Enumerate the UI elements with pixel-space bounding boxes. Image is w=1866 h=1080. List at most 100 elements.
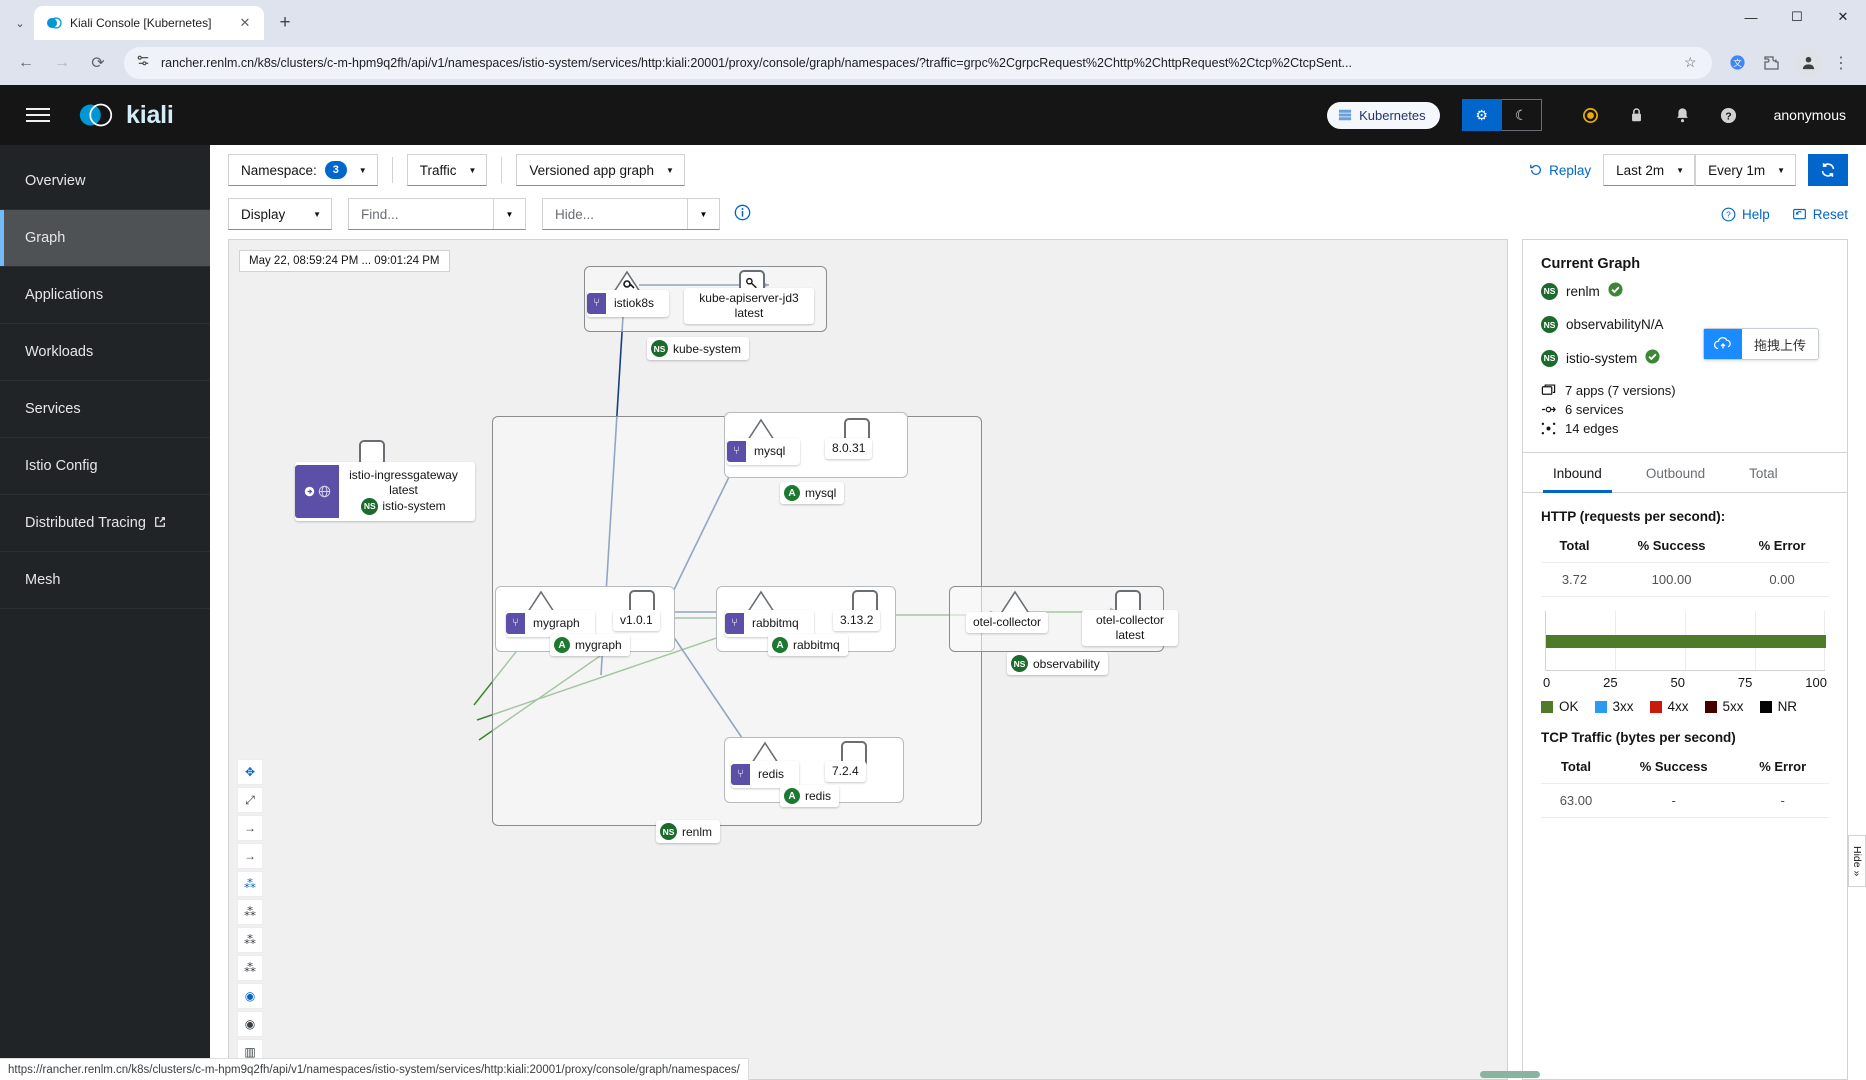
tab-total[interactable]: Total [1727, 453, 1800, 492]
app-label-mygraph[interactable]: A mygraph [550, 634, 630, 656]
node-label-mygraph[interactable]: ⑂ mygraph [506, 610, 595, 637]
record-icon[interactable] [1568, 95, 1614, 135]
kiali-logo[interactable]: kiali [76, 99, 174, 131]
sidebar-item-services[interactable]: Services [0, 381, 210, 438]
profile-avatar[interactable] [1794, 48, 1822, 77]
back-button[interactable]: ← [10, 47, 42, 79]
layout-dagre-icon[interactable]: ⁂ [237, 871, 263, 897]
tab-inbound[interactable]: Inbound [1531, 453, 1624, 493]
help-icon[interactable]: ? [1706, 95, 1752, 135]
sidebar-item-distributed-tracing[interactable]: Distributed Tracing [0, 495, 210, 552]
namespace-selector[interactable]: Namespace: 3 ▼ [228, 154, 378, 186]
graph-type-selector[interactable]: Versioned app graph ▼ [516, 154, 685, 186]
node-label-mygraph-version[interactable]: v1.0.1 [613, 610, 660, 631]
node-label-rabbitmq[interactable]: ⑂ rabbitmq [725, 610, 814, 637]
horizontal-scrollbar[interactable] [1480, 1071, 1540, 1078]
tab-outbound[interactable]: Outbound [1624, 453, 1727, 492]
reset-button[interactable]: Reset [1792, 207, 1848, 222]
nav-toggle-icon[interactable] [18, 95, 58, 135]
layout-grid-icon[interactable]: ⁂ [237, 899, 263, 925]
node-label-ingressgateway[interactable]: istio-ingressgateway latest NS istio-sys… [295, 462, 475, 521]
browser-menu-icon[interactable]: ⋮ [1826, 48, 1856, 78]
table-row: 63.00 - - [1541, 783, 1829, 818]
user-menu[interactable]: anonymous [1774, 107, 1846, 123]
site-settings-icon[interactable] [136, 53, 152, 73]
tab-list-dropdown-icon[interactable]: ⌄ [6, 6, 34, 40]
node-label-otel-version[interactable]: otel-collector latest [1082, 610, 1178, 646]
workload-badge-icon: ⑂ [727, 441, 746, 462]
close-window-button[interactable]: ✕ [1820, 0, 1866, 34]
panel-namespace-renlm[interactable]: NS renlm [1541, 282, 1829, 300]
refresh-button[interactable] [1808, 154, 1848, 186]
sidebar-item-istio-config[interactable]: Istio Config [0, 438, 210, 495]
minimize-button[interactable]: — [1728, 0, 1774, 34]
legend-item-4xx[interactable]: 4xx [1649, 699, 1689, 714]
sidebar-item-overview[interactable]: Overview [0, 153, 210, 210]
refresh-interval-selector[interactable]: Every 1m ▼ [1695, 154, 1796, 186]
node-label-redis-version[interactable]: 7.2.4 [825, 761, 866, 782]
sidebar-item-graph[interactable]: Graph [0, 210, 210, 267]
cluster-selector[interactable]: Kubernetes [1327, 101, 1440, 129]
replay-button[interactable]: Replay [1517, 154, 1603, 186]
legend-item-5xx[interactable]: 5xx [1704, 699, 1744, 714]
namespace-label-kube-system[interactable]: NS kube-system [647, 337, 750, 360]
namespace-box-alt-icon[interactable]: ◉ [237, 1011, 263, 1037]
info-icon[interactable] [734, 204, 751, 225]
find-dropdown-icon[interactable]: ▼ [493, 199, 525, 229]
app-label-mysql[interactable]: A mysql [780, 482, 845, 504]
namespace-label-renlm[interactable]: NS renlm [656, 820, 721, 843]
find-input[interactable]: Find... ▼ [348, 198, 526, 230]
node-label-rabbitmq-version[interactable]: 3.13.2 [833, 610, 881, 631]
maximize-button[interactable]: ☐ [1774, 0, 1820, 34]
hide-input[interactable]: Hide... ▼ [542, 198, 720, 230]
legend-item-ok[interactable]: OK [1541, 699, 1579, 714]
app-label-rabbitmq[interactable]: A rabbitmq [768, 634, 848, 656]
browser-tab[interactable]: Kiali Console [Kubernetes] ✕ [34, 6, 264, 40]
drag-pan-icon[interactable]: ✥ [237, 759, 263, 785]
sidebar-item-workloads[interactable]: Workloads [0, 324, 210, 381]
sidebar-item-applications[interactable]: Applications [0, 267, 210, 324]
find-placeholder: Find... [361, 206, 399, 222]
fit-screen-icon[interactable]: ⤢ [237, 787, 263, 813]
new-tab-button[interactable]: + [270, 8, 300, 38]
namespace-box-icon[interactable]: ◉ [237, 983, 263, 1009]
bookmark-star-icon[interactable]: ☆ [1684, 54, 1700, 71]
graph-canvas[interactable]: May 22, 08:59:24 PM ... 09:01:24 PM ⑂ is… [228, 239, 1508, 1080]
node-label-kube-apiserver[interactable]: kube-apiserver-jd3 latest [684, 288, 814, 324]
duration-selector[interactable]: Last 2m ▼ [1603, 154, 1696, 186]
bell-icon[interactable] [1660, 95, 1706, 135]
layout-concentric-icon[interactable]: ⁂ [237, 955, 263, 981]
node-label-redis[interactable]: ⑂ redis [731, 761, 800, 788]
node-version: latest [734, 306, 764, 320]
light-theme-button[interactable]: ⚙ [1461, 99, 1502, 131]
dark-theme-button[interactable]: ☾ [1501, 99, 1542, 131]
address-bar[interactable]: rancher.renlm.cn/k8s/clusters/c-m-hpm9q2… [124, 46, 1712, 79]
hide-dropdown-icon[interactable]: ▼ [687, 199, 719, 229]
translate-icon[interactable]: 文 [1722, 48, 1752, 78]
display-menu-button[interactable]: Display ▼ [228, 198, 332, 230]
legend-item-3xx[interactable]: 3xx [1594, 699, 1634, 714]
sidebar-item-label: Graph [25, 230, 66, 246]
arrow-right-alt-icon[interactable]: → [237, 843, 263, 869]
app-label-redis[interactable]: A redis [780, 785, 840, 807]
chevron-down-icon: ▼ [1676, 165, 1685, 175]
arrow-right-icon[interactable]: → [237, 815, 263, 841]
close-tab-icon[interactable]: ✕ [236, 14, 254, 32]
node-label-istiok8s[interactable]: ⑂ istiok8s [587, 290, 670, 317]
sidebar-item-mesh[interactable]: Mesh [0, 552, 210, 609]
table-header-row: Total % Success % Error [1541, 534, 1829, 563]
extensions-icon[interactable] [1756, 48, 1786, 78]
traffic-selector[interactable]: Traffic ▼ [406, 154, 488, 186]
legend-item-nr[interactable]: NR [1759, 699, 1797, 714]
namespace-label-observability[interactable]: NS observability [1007, 652, 1108, 675]
reload-button[interactable]: ⟳ [82, 47, 114, 79]
node-label-otel-collector[interactable]: otel-collector [966, 612, 1049, 633]
layout-cola-icon[interactable]: ⁂ [237, 927, 263, 953]
help-button[interactable]: ? Help [1721, 207, 1770, 222]
forward-button[interactable]: → [46, 47, 78, 79]
upload-widget[interactable]: 拖拽上传 [1702, 328, 1819, 360]
lock-icon[interactable] [1614, 95, 1660, 135]
node-label-mysql[interactable]: ⑂ mysql [727, 438, 801, 465]
node-label-mysql-version[interactable]: 8.0.31 [825, 438, 873, 459]
hide-panel-button[interactable]: Hide » [1848, 835, 1866, 888]
